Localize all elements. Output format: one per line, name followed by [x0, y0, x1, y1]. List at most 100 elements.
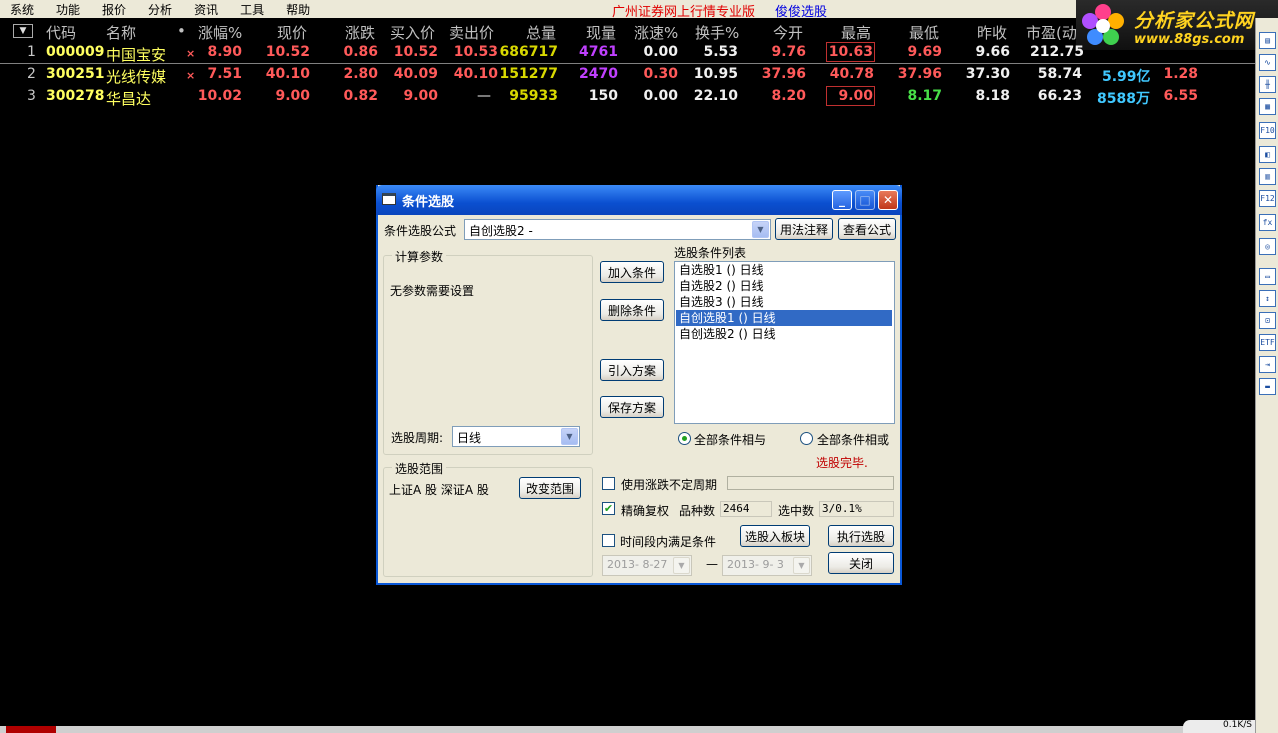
params-text: 无参数需要设置 [390, 284, 475, 298]
col-high[interactable]: 最高 [841, 22, 871, 43]
count-label: 品种数 [679, 504, 716, 518]
col-flag[interactable]: • [177, 22, 186, 40]
formula-icon[interactable]: fx [1259, 214, 1276, 231]
row-market-cap: 8588万 [1097, 91, 1150, 107]
maximize-icon: □ [855, 190, 875, 210]
col-code[interactable]: 代码 [46, 22, 76, 43]
delete-condition-button[interactable]: 删除条件 [600, 299, 664, 321]
condition-list[interactable]: 自选股1 () 日线 自选股2 () 日线 自选股3 () 日线 自创选股1 (… [674, 261, 895, 424]
list-item-selected[interactable]: 自创选股1 () 日线 [676, 310, 892, 326]
radio-or[interactable] [800, 432, 813, 445]
target-icon[interactable]: ⊡ [1259, 312, 1276, 329]
etf-icon[interactable]: ETF [1259, 334, 1276, 351]
row-low: 9.69 [907, 44, 942, 60]
date-from-value: 2013- 8-27 [607, 558, 668, 571]
col-speed[interactable]: 涨速% [634, 22, 678, 43]
print-icon[interactable]: ▬ [1259, 378, 1276, 395]
table-row[interactable]: 3 300278 华昌达 10.02 9.00 0.82 9.00 — 9593… [0, 86, 1255, 108]
menu-function[interactable]: 功能 [46, 1, 92, 18]
formula-select[interactable]: 自创选股2 - ▼ [464, 219, 771, 240]
col-cur-vol[interactable]: 现量 [586, 22, 616, 43]
list-item[interactable]: 自创选股2 () 日线 [676, 326, 892, 342]
row-chg: 0.86 [343, 44, 378, 60]
app-window: 系统 功能 报价 分析 资讯 工具 帮助 广州证券网上行情专业版 俊俊选股 分析… [0, 0, 1278, 733]
row-name: 光线传媒 [106, 68, 167, 86]
close-icon[interactable]: ✕ [878, 190, 898, 210]
date-to-picker: 2013- 9- 3 ▼ [722, 555, 812, 576]
add-condition-button[interactable]: 加入条件 [600, 261, 664, 283]
col-chg-pct[interactable]: 涨幅% [198, 22, 242, 43]
col-open[interactable]: 今开 [773, 22, 803, 43]
precise-checkbox[interactable]: ✔ [602, 502, 615, 515]
table-row[interactable]: 1 000009 中国宝安 × 8.90 10.52 0.86 10.52 10… [0, 42, 1255, 64]
range-group-label: 选股范围 [392, 460, 447, 477]
change-range-button[interactable]: 改变范围 [519, 477, 581, 499]
view-formula-button[interactable]: 查看公式 [838, 218, 896, 240]
period-select[interactable]: 日线 ▼ [452, 426, 580, 447]
active-tab[interactable] [6, 726, 56, 733]
chevron-down-icon[interactable]: ▼ [752, 221, 769, 238]
menu-help[interactable]: 帮助 [276, 1, 322, 18]
col-vol[interactable]: 总量 [526, 22, 556, 43]
execute-button[interactable]: 执行选股 [828, 525, 894, 547]
col-ask[interactable]: 卖出价 [449, 22, 494, 43]
news-icon[interactable]: ◧ [1259, 146, 1276, 163]
col-chg[interactable]: 涨跌 [345, 22, 375, 43]
usage-button[interactable]: 用法注释 [775, 218, 833, 240]
row-low: 8.17 [907, 88, 942, 104]
menu-system[interactable]: 系统 [0, 1, 46, 18]
export-icon[interactable]: ⇥ [1259, 356, 1276, 373]
minimize-icon[interactable]: _ [832, 190, 852, 210]
bottom-tab-strip[interactable] [0, 726, 1255, 733]
close-button[interactable]: 关闭 [828, 552, 894, 574]
col-price[interactable]: 现价 [277, 22, 307, 43]
chevron-down-icon[interactable]: ▼ [561, 428, 578, 445]
to-block-button[interactable]: 选股入板块 [740, 525, 810, 547]
kline-icon[interactable]: ╫ [1259, 76, 1276, 93]
col-prev[interactable]: 昨收 [977, 22, 1007, 43]
precise-label: 精确复权 [621, 504, 670, 518]
condition-stock-dialog: 条件选股 _ □ ✕ 条件选股公式 自创选股2 - ▼ 用法注释 查看公式 计算… [376, 185, 902, 585]
row-ask: 10.53 [453, 44, 498, 60]
line-chart-icon[interactable]: ∿ [1259, 54, 1276, 71]
range-text: 上证A 股 深证A 股 [389, 483, 489, 497]
search-icon[interactable]: ◎ [1259, 238, 1276, 255]
row-market-cap: 5.99亿 [1102, 69, 1151, 85]
formula-value: 自创选股2 - [469, 224, 533, 238]
col-turnover[interactable]: 换手% [695, 22, 739, 43]
time-range-checkbox[interactable] [602, 534, 615, 547]
row-prev: 8.18 [975, 88, 1010, 104]
list-item[interactable]: 自选股1 () 日线 [676, 262, 892, 278]
row-speed: 0.00 [643, 44, 678, 60]
use-period-checkbox[interactable] [602, 477, 615, 490]
updown-icon[interactable]: ↕ [1259, 290, 1276, 307]
selected-field: 3/0.1% [819, 501, 894, 517]
table-icon[interactable]: ▦ [1259, 98, 1276, 115]
col-low[interactable]: 最低 [909, 22, 939, 43]
f10-icon[interactable]: F10 [1259, 122, 1276, 139]
import-plan-button[interactable]: 引入方案 [600, 359, 664, 381]
col-name[interactable]: 名称 [106, 22, 136, 43]
list-item[interactable]: 自选股2 () 日线 [676, 278, 892, 294]
dialog-title-bar[interactable]: 条件选股 _ □ ✕ [376, 185, 902, 215]
table-row[interactable]: 2 300251 光线传媒 × 7.51 40.10 2.80 40.09 40… [0, 64, 1255, 86]
folder-icon[interactable]: ▭ [1259, 268, 1276, 285]
menu-tools[interactable]: 工具 [230, 1, 276, 18]
col-pe[interactable]: 市盈(动 [1026, 22, 1077, 43]
list-icon[interactable]: ▤ [1259, 32, 1276, 49]
f12-icon[interactable]: F12 [1259, 190, 1276, 207]
sort-toggle-icon[interactable]: ▼ [13, 24, 33, 38]
menu-analysis[interactable]: 分析 [138, 1, 184, 18]
window-icon [382, 193, 396, 205]
menu-bar: 系统 功能 报价 分析 资讯 工具 帮助 广州证券网上行情专业版 俊俊选股 [0, 0, 1255, 20]
menu-quote[interactable]: 报价 [92, 1, 138, 18]
date-from-picker: 2013- 8-27 ▼ [602, 555, 692, 576]
save-plan-button[interactable]: 保存方案 [600, 396, 664, 418]
book-icon[interactable]: ▥ [1259, 168, 1276, 185]
row-price: 9.00 [275, 88, 310, 104]
radio-and[interactable] [678, 432, 691, 445]
chevron-down-icon: ▼ [793, 557, 810, 574]
menu-info[interactable]: 资讯 [184, 1, 230, 18]
list-item[interactable]: 自选股3 () 日线 [676, 294, 892, 310]
col-bid[interactable]: 买入价 [390, 22, 435, 43]
